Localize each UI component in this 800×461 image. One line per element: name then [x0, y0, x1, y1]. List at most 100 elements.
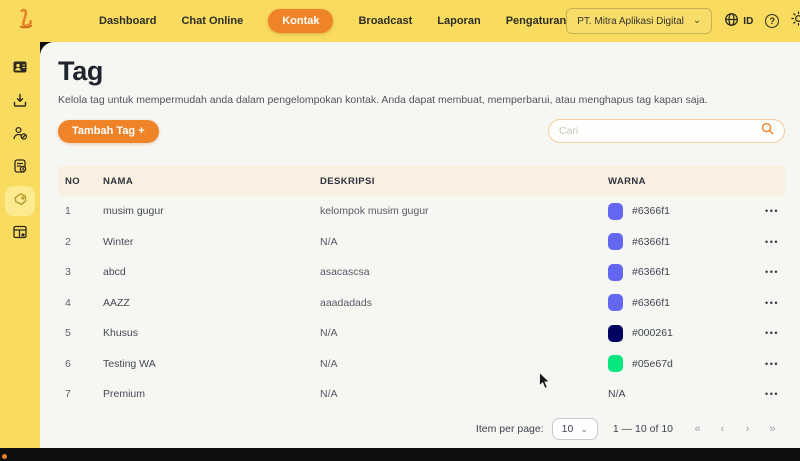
cell-deskripsi: kelompok musim gugur — [320, 205, 608, 217]
app-logo[interactable] — [13, 5, 39, 37]
actions-row: Tambah Tag + — [58, 119, 785, 143]
row-actions-button[interactable]: ••• — [729, 389, 785, 399]
kanban-icon — [12, 224, 28, 245]
table-row: 4 AAZZ aaadadads #6366f1 ••• — [58, 288, 785, 319]
col-header-warna: WARNA — [608, 176, 729, 187]
color-swatch — [608, 355, 623, 372]
cell-warna: #6366f1 — [608, 233, 729, 250]
row-actions-button[interactable]: ••• — [729, 328, 785, 338]
table-row: 6 Testing WA N/A #05e67d ••• — [58, 349, 785, 380]
sidebar-item-import[interactable] — [5, 87, 35, 117]
pager: « ‹ › » — [685, 423, 785, 435]
items-per-page-select[interactable]: 10 ⌄ — [552, 418, 598, 440]
chevron-down-icon: ⌄ — [580, 426, 588, 432]
col-header-deskripsi: DESKRIPSI — [320, 176, 608, 187]
question-icon: ? — [770, 16, 776, 26]
tags-table: NO NAMA DESKRIPSI WARNA 1 musim gugur ke… — [58, 166, 785, 443]
cell-nama: musim gugur — [103, 205, 320, 217]
cell-warna: N/A — [608, 388, 729, 400]
row-actions-button[interactable]: ••• — [729, 206, 785, 216]
color-swatch — [608, 325, 623, 342]
last-page-button[interactable]: » — [760, 423, 785, 435]
company-selector[interactable]: PT. Mitra Aplikasi Digital ⌄ — [566, 8, 712, 34]
color-swatch — [608, 203, 623, 220]
color-swatch — [608, 264, 623, 281]
cell-deskripsi: aaadadads — [320, 297, 608, 309]
search-box — [548, 119, 785, 143]
cell-no: 2 — [65, 236, 103, 248]
col-header-nama: NAMA — [103, 176, 320, 187]
cell-nama: Premium — [103, 388, 320, 400]
color-hex: #000261 — [632, 327, 673, 339]
color-swatch — [608, 294, 623, 311]
cell-no: 6 — [65, 358, 103, 370]
tag-icon — [12, 191, 28, 212]
add-tag-button[interactable]: Tambah Tag + — [58, 120, 159, 143]
import-icon — [12, 92, 28, 113]
cell-deskripsi: N/A — [320, 236, 608, 248]
row-actions-button[interactable]: ••• — [729, 359, 785, 369]
sidebar-item-contacts[interactable] — [5, 54, 35, 84]
company-selector-value: PT. Mitra Aplikasi Digital — [577, 16, 684, 27]
cell-no: 5 — [65, 327, 103, 339]
cell-warna: #05e67d — [608, 355, 729, 372]
nav-item-chat-online[interactable]: Chat Online — [181, 15, 243, 27]
cell-warna: #6366f1 — [608, 294, 729, 311]
color-hex: #05e67d — [632, 358, 673, 370]
cell-nama: abcd — [103, 266, 320, 278]
search-input[interactable] — [559, 125, 755, 137]
prev-page-button[interactable]: ‹ — [710, 423, 735, 435]
topbar-controls: PT. Mitra Aplikasi Digital ⌄ ID ? — [566, 8, 800, 34]
cell-warna: #6366f1 — [608, 264, 729, 281]
table-body: 1 musim gugur kelompok musim gugur #6366… — [58, 196, 785, 410]
topbar: Dashboard Chat Online Kontak Broadcast Lapor… — [0, 0, 800, 42]
sidebar-item-documents[interactable] — [5, 153, 35, 183]
table-header: NO NAMA DESKRIPSI WARNA — [58, 166, 785, 196]
cell-deskripsi: asacascsa — [320, 266, 608, 278]
nav-item-dashboard[interactable]: Dashboard — [99, 15, 156, 27]
app-window: Dashboard Chat Online Kontak Broadcast Lapor… — [0, 0, 800, 461]
help-button[interactable]: ? — [765, 14, 779, 28]
topbar-nav: Dashboard Chat Online Kontak Broadcast Lapor… — [99, 9, 566, 33]
cell-no: 3 — [65, 266, 103, 278]
sidebar-item-kanban[interactable] — [5, 219, 35, 249]
first-page-button[interactable]: « — [685, 423, 710, 435]
items-per-page-label: Item per page: — [476, 423, 544, 435]
nav-item-laporan[interactable]: Laporan — [437, 15, 480, 27]
cell-no: 1 — [65, 205, 103, 217]
logo-icon — [13, 6, 39, 37]
main-content: Tag Kelola tag untuk mempermudah anda da… — [40, 42, 800, 448]
theme-toggle[interactable] — [791, 11, 800, 31]
items-per-page-value: 10 — [562, 423, 574, 435]
language-switcher[interactable]: ID — [724, 12, 753, 30]
cell-deskripsi: N/A — [320, 358, 608, 370]
table-row: 2 Winter N/A #6366f1 ••• — [58, 227, 785, 258]
sidebar-item-blocked-users[interactable] — [5, 120, 35, 150]
cell-nama: Testing WA — [103, 358, 320, 370]
row-actions-button[interactable]: ••• — [729, 298, 785, 308]
nav-item-kontak[interactable]: Kontak — [268, 9, 333, 33]
contact-card-icon — [12, 59, 28, 80]
cell-nama: AAZZ — [103, 297, 320, 309]
color-hex: N/A — [608, 388, 626, 400]
row-actions-button[interactable]: ••• — [729, 237, 785, 247]
bottom-bar — [0, 448, 800, 461]
color-hex: #6366f1 — [632, 297, 670, 309]
sidebar-item-tags[interactable] — [5, 186, 35, 216]
table-row: 3 abcd asacascsa #6366f1 ••• — [58, 257, 785, 288]
color-hex: #6366f1 — [632, 236, 670, 248]
table-row: 7 Premium N/A N/A ••• — [58, 379, 785, 410]
nav-item-pengaturan[interactable]: Pengaturan — [506, 15, 567, 27]
color-hex: #6366f1 — [632, 205, 670, 217]
cell-nama: Winter — [103, 236, 320, 248]
next-page-button[interactable]: › — [735, 423, 760, 435]
row-actions-button[interactable]: ••• — [729, 267, 785, 277]
sidebar — [0, 42, 40, 448]
color-hex: #6366f1 — [632, 266, 670, 278]
table-footer: Item per page: 10 ⌄ 1 — 10 of 10 « ‹ › » — [58, 415, 785, 443]
cell-no: 4 — [65, 297, 103, 309]
color-swatch — [608, 233, 623, 250]
col-header-no: NO — [65, 176, 103, 187]
document-icon — [12, 158, 28, 179]
nav-item-broadcast[interactable]: Broadcast — [358, 15, 412, 27]
